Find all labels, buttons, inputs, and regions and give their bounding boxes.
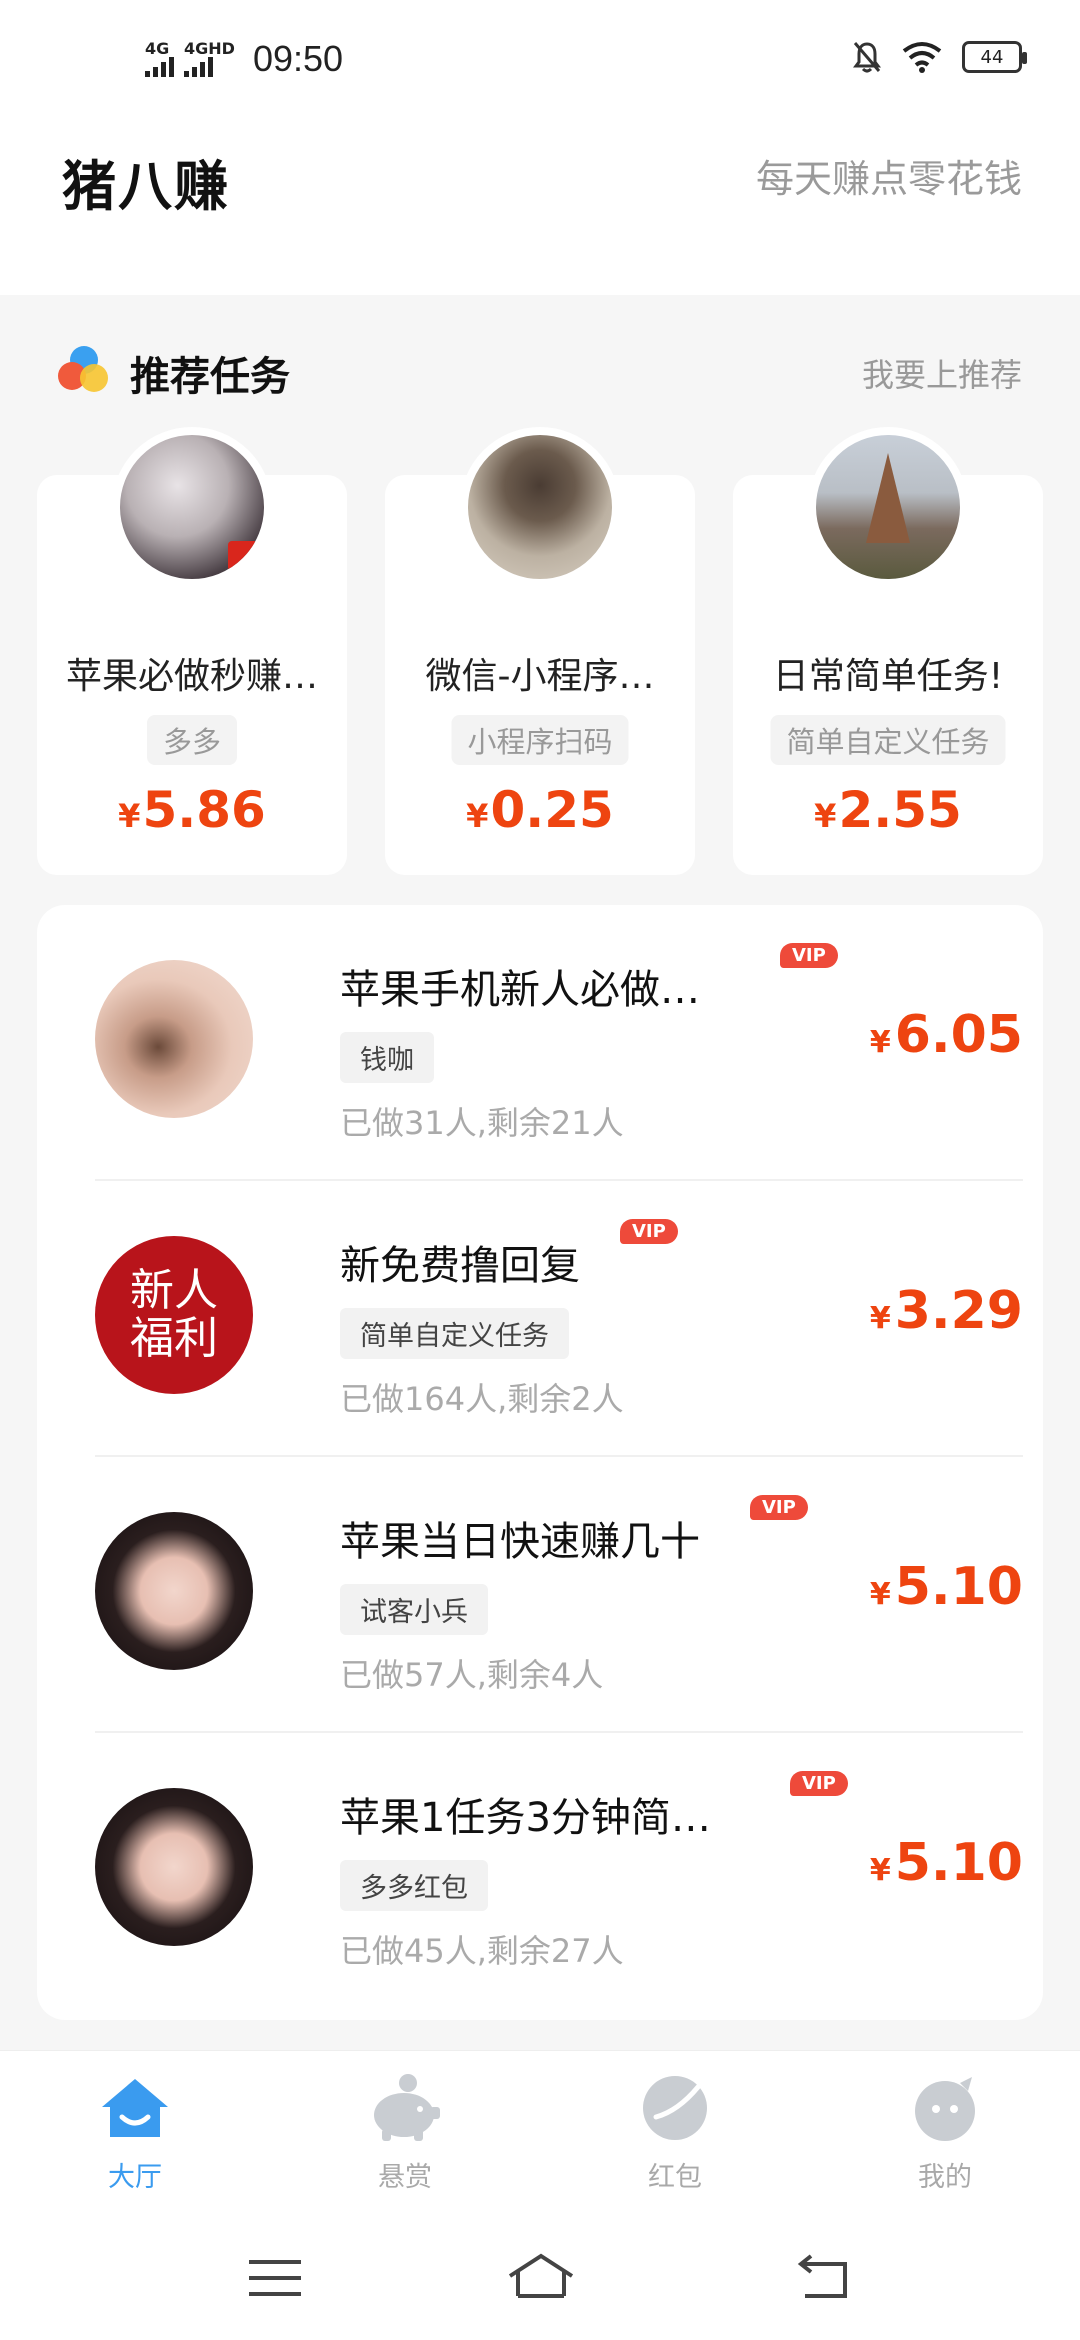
- battery-icon: 44: [962, 41, 1027, 73]
- home-icon: [98, 2071, 172, 2145]
- currency-symbol: ¥: [118, 797, 141, 835]
- price-value: 6.05: [894, 1005, 1023, 1065]
- tab-red-packet[interactable]: 红包: [540, 2071, 810, 2221]
- task-tag: 简单自定义任务: [340, 1308, 569, 1359]
- app-title: 猪八赚: [62, 155, 230, 218]
- back-icon[interactable]: [793, 2250, 857, 2306]
- currency-symbol: ¥: [814, 797, 837, 835]
- recommend-card[interactable]: 日常简单任务! 简单自定义任务 ¥2.55: [733, 427, 1043, 875]
- avatar-text-line2: 福利: [130, 1313, 218, 1364]
- recommend-card-title: 日常简单任务!: [772, 656, 1004, 697]
- task-stats: 已做31人,剩余21人: [340, 1104, 624, 1142]
- recommend-card-price: ¥0.25: [385, 781, 695, 839]
- price-value: 0.25: [490, 781, 614, 839]
- task-tag: 钱咖: [340, 1032, 434, 1083]
- avatar: [95, 1788, 253, 1946]
- recommend-card-tag: 小程序扫码: [451, 715, 629, 765]
- task-tag: 多多红包: [340, 1860, 488, 1911]
- tab-label: 大厅: [108, 2162, 162, 2193]
- task-tag: 试客小兵: [340, 1584, 488, 1635]
- avatar: [112, 427, 272, 587]
- task-price: ¥5.10: [870, 1557, 1023, 1617]
- scrolled-category-row: [0, 234, 1080, 254]
- avatar: [95, 960, 253, 1118]
- recommend-cards: 苹果必做秒赚… 多多 ¥5.86 微信-小程序… 小程序扫码 ¥0.25 日常简…: [37, 427, 1043, 875]
- menu-icon[interactable]: [243, 2250, 307, 2306]
- task-stats: 已做57人,剩余4人: [340, 1656, 604, 1694]
- recommend-card-title: 微信-小程序…: [425, 656, 655, 697]
- battery-level: 44: [980, 46, 1004, 68]
- tab-label: 悬赏: [378, 2162, 432, 2193]
- signal-4ghd-icon: 4GHD: [184, 41, 235, 77]
- app-slogan: 每天赚点零花钱: [755, 157, 1022, 201]
- task-stats: 已做164人,剩余2人: [340, 1380, 624, 1418]
- price-value: 5.10: [894, 1557, 1023, 1617]
- vip-badge: VIP: [780, 943, 838, 968]
- task-title: 新免费撸回复: [340, 1243, 580, 1289]
- task-row[interactable]: 新人 福利 新免费撸回复 VIP 简单自定义任务 已做164人,剩余2人 ¥3.…: [95, 1181, 1023, 1457]
- status-left: 4G 4GHD 09:50: [145, 38, 343, 80]
- price-value: 5.10: [894, 1833, 1023, 1893]
- currency-symbol: ¥: [869, 1853, 891, 1888]
- recommend-card-price: ¥5.86: [37, 781, 347, 839]
- home-nav-icon[interactable]: [506, 2250, 574, 2306]
- app-header: 猪八赚 每天赚点零花钱: [0, 120, 1080, 295]
- mute-bell-icon: [853, 42, 881, 73]
- tab-hall[interactable]: 大厅: [0, 2071, 270, 2221]
- profile-icon: [908, 2071, 982, 2145]
- recommend-card[interactable]: 苹果必做秒赚… 多多 ¥5.86: [37, 427, 347, 875]
- task-row[interactable]: 苹果1任务3分钟简… VIP 多多红包 已做45人,剩余27人 ¥5.10: [95, 1733, 1023, 2009]
- system-nav-bar: [0, 2220, 1080, 2340]
- tab-mine[interactable]: 我的: [810, 2071, 1080, 2221]
- signal1-label: 4G: [145, 39, 170, 58]
- task-title: 苹果1任务3分钟简…: [340, 1795, 711, 1841]
- signal2-label: 4GHD: [184, 39, 235, 58]
- price-value: 5.86: [142, 781, 266, 839]
- task-list: 苹果手机新人必做… VIP 钱咖 已做31人,剩余21人 ¥6.05 新人 福利…: [37, 905, 1043, 2020]
- task-title: 苹果手机新人必做…: [340, 967, 700, 1013]
- recommend-card-title: 苹果必做秒赚…: [65, 656, 318, 697]
- recommend-card-tag: 多多: [146, 715, 238, 765]
- avatar-text-line1: 新人: [130, 1265, 218, 1316]
- currency-symbol: ¥: [466, 797, 489, 835]
- apply-recommend-link[interactable]: 我要上推荐: [862, 350, 1022, 396]
- clock: 09:50: [252, 38, 344, 79]
- wifi-icon: [902, 42, 942, 73]
- currency-symbol: ¥: [869, 1577, 891, 1612]
- status-bar: 4G 4GHD 09:50 44: [0, 0, 1080, 120]
- price-value: 2.55: [838, 781, 962, 839]
- status-right: 44: [852, 40, 1027, 74]
- avatar: [95, 1512, 253, 1670]
- vip-badge: VIP: [750, 1495, 808, 1520]
- task-stats: 已做45人,剩余27人: [340, 1932, 624, 1970]
- task-price: ¥6.05: [870, 1005, 1023, 1065]
- price-value: 3.29: [894, 1281, 1023, 1341]
- task-row[interactable]: 苹果当日快速赚几十 VIP 试客小兵 已做57人,剩余4人 ¥5.10: [95, 1457, 1023, 1733]
- bottom-nav: 大厅 悬赏 红包 我的: [0, 2050, 1080, 2220]
- currency-symbol: ¥: [869, 1025, 891, 1060]
- task-title: 苹果当日快速赚几十: [340, 1519, 700, 1565]
- vip-badge: VIP: [790, 1771, 848, 1796]
- avatar: [808, 427, 968, 587]
- tab-label: 红包: [648, 2162, 702, 2193]
- task-price: ¥5.10: [870, 1833, 1023, 1893]
- piggy-bank-icon: [368, 2071, 442, 2145]
- recommend-title: 推荐任务: [130, 354, 290, 400]
- task-row[interactable]: 苹果手机新人必做… VIP 钱咖 已做31人,剩余21人 ¥6.05: [95, 905, 1023, 1181]
- avatar: [460, 427, 620, 587]
- vip-badge: VIP: [620, 1219, 678, 1244]
- task-price: ¥3.29: [870, 1281, 1023, 1341]
- currency-symbol: ¥: [869, 1301, 891, 1336]
- recommend-logo-icon: [58, 346, 110, 394]
- recommend-card[interactable]: 微信-小程序… 小程序扫码 ¥0.25: [385, 427, 695, 875]
- avatar: 新人 福利: [95, 1236, 253, 1394]
- signal-4g-icon: 4G: [145, 41, 174, 77]
- red-packet-icon: [638, 2071, 712, 2145]
- recommend-card-tag: 简单自定义任务: [770, 715, 1006, 765]
- tab-reward[interactable]: 悬赏: [270, 2071, 540, 2221]
- tab-label: 我的: [918, 2162, 972, 2193]
- recommend-card-price: ¥2.55: [733, 781, 1043, 839]
- recommend-header: 推荐任务 我要上推荐: [58, 340, 1022, 400]
